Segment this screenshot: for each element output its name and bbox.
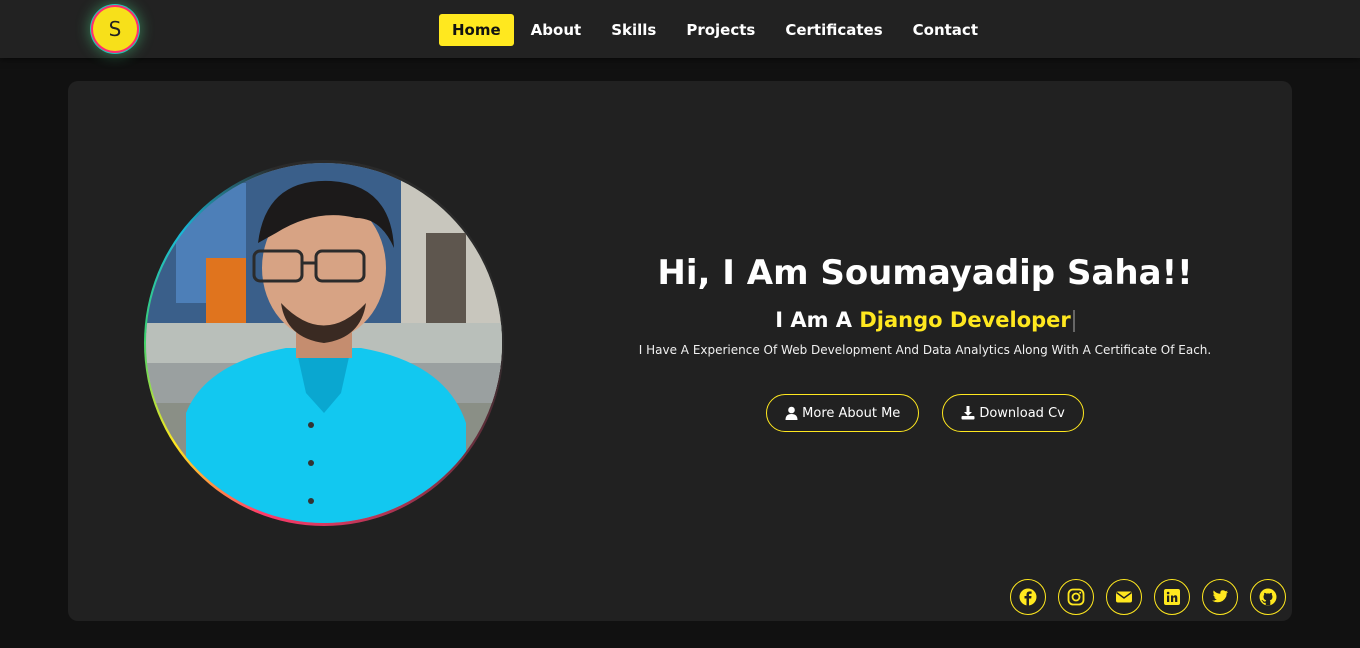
- hero-buttons: More About Me Download Cv: [598, 394, 1252, 432]
- download-cv-button[interactable]: Download Cv: [942, 394, 1084, 432]
- instagram-icon: [1067, 588, 1085, 606]
- profile-photo-frame: [144, 160, 504, 526]
- hero-title: Hi, I Am Soumayadip Saha!!: [657, 253, 1193, 293]
- hero-subtitle-prefix: I Am A: [775, 308, 860, 332]
- linkedin-icon: [1164, 589, 1180, 605]
- nav-home[interactable]: Home: [439, 14, 514, 46]
- hero-card: Hi, I Am Soumayadip Saha!! I Am A Django…: [68, 81, 1292, 621]
- navbar: S Home About Skills Projects Certificate…: [0, 0, 1360, 58]
- nav-certificates[interactable]: Certificates: [772, 14, 895, 46]
- download-cv-label: Download Cv: [979, 405, 1065, 421]
- user-icon: [785, 406, 798, 420]
- download-icon: [961, 406, 975, 420]
- facebook-link[interactable]: [1010, 579, 1046, 615]
- twitter-link[interactable]: [1202, 579, 1238, 615]
- hero-text: Hi, I Am Soumayadip Saha!! I Am A Django…: [598, 251, 1252, 432]
- nav-links: Home About Skills Projects Certificates …: [439, 14, 995, 46]
- hero-subtitle: I Am A Django Developer: [598, 305, 1252, 335]
- nav-contact[interactable]: Contact: [900, 14, 991, 46]
- email-icon: [1116, 591, 1132, 603]
- typing-caret: [1072, 310, 1075, 332]
- email-link[interactable]: [1106, 579, 1142, 615]
- profile-photo: [146, 163, 502, 523]
- logo-letter: S: [108, 17, 122, 41]
- hero-role: Django Developer: [859, 308, 1071, 332]
- github-link[interactable]: [1250, 579, 1286, 615]
- more-about-me-button[interactable]: More About Me: [766, 394, 920, 432]
- nav-projects[interactable]: Projects: [673, 14, 768, 46]
- instagram-link[interactable]: [1058, 579, 1094, 615]
- linkedin-link[interactable]: [1154, 579, 1190, 615]
- nav-skills[interactable]: Skills: [598, 14, 669, 46]
- more-about-me-label: More About Me: [802, 405, 901, 421]
- nav-about[interactable]: About: [518, 14, 595, 46]
- social-links: [1010, 579, 1286, 615]
- profile-photo-illustration: [146, 163, 502, 523]
- github-icon: [1259, 588, 1277, 606]
- hero-description: I Have A Experience Of Web Development A…: [638, 343, 1212, 357]
- twitter-icon: [1212, 590, 1228, 603]
- logo[interactable]: S: [93, 7, 137, 51]
- facebook-icon: [1019, 588, 1037, 606]
